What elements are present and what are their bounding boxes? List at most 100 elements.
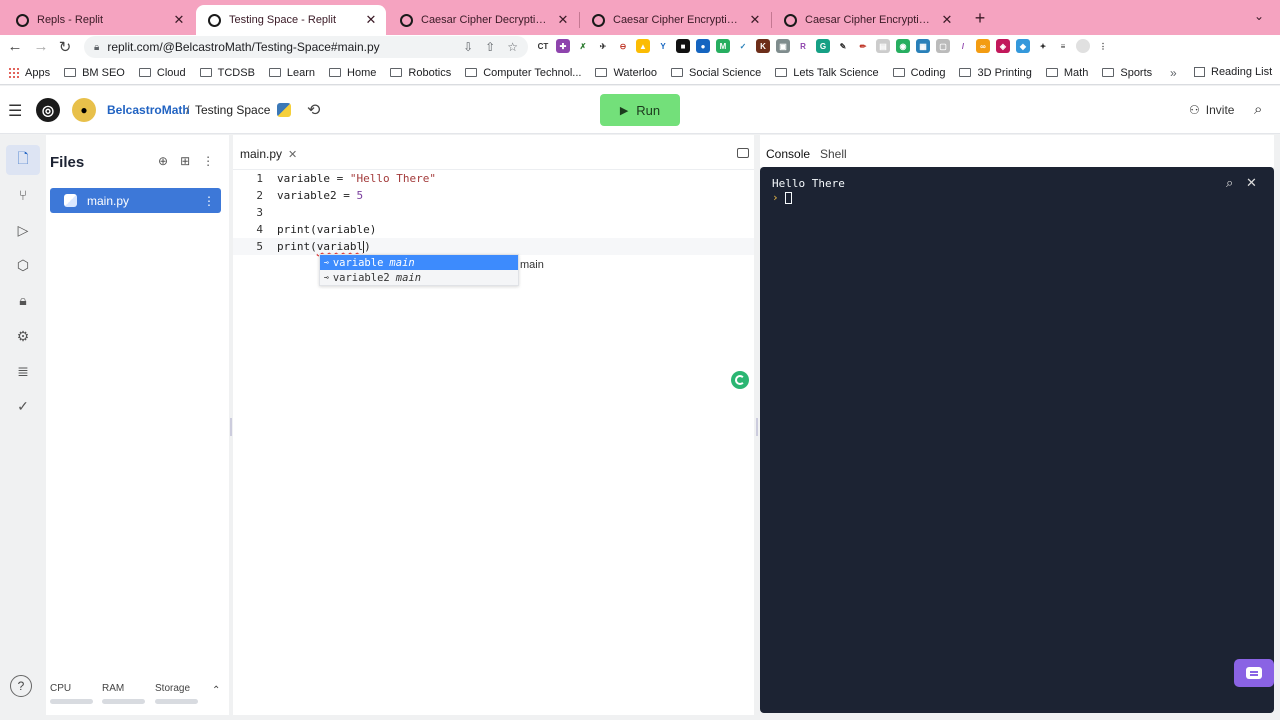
extension-icon[interactable]: ⊖ xyxy=(616,39,630,53)
extension-icon[interactable]: ▤ xyxy=(876,39,890,53)
chevron-up-icon[interactable]: ⌃ xyxy=(212,685,220,696)
debugger-icon[interactable]: ▷ xyxy=(6,215,40,245)
autocomplete-item[interactable]: ⊸ variabl e2 main xyxy=(320,270,518,285)
drive-icon[interactable]: ▲ xyxy=(636,39,650,53)
version-control-icon[interactable]: ⑂ xyxy=(6,180,40,210)
bookmark-folder[interactable]: Social Science xyxy=(671,67,761,79)
bookmark-folder[interactable]: Waterloo xyxy=(595,67,657,79)
extension-icon[interactable]: Y xyxy=(656,39,670,53)
extension-icon[interactable]: R xyxy=(796,39,810,53)
close-icon[interactable]: ✕ xyxy=(288,148,297,161)
extension-icon[interactable]: ■ xyxy=(676,39,690,53)
bookmark-apps[interactable]: Apps xyxy=(8,67,50,79)
console-output-area[interactable]: Hello There › ⌕ ✕ xyxy=(760,167,1274,713)
extension-icon[interactable]: ✚ xyxy=(556,39,570,53)
bookmark-star-icon[interactable]: ☆ xyxy=(507,40,518,54)
packages-icon[interactable]: ⬡ xyxy=(6,250,40,280)
file-options-icon[interactable]: ⋮ xyxy=(203,194,215,208)
files-tool-icon[interactable]: 🗋︎ xyxy=(6,145,40,175)
file-item-main-py[interactable]: main.py ⋮ xyxy=(50,188,221,213)
back-icon[interactable]: ← xyxy=(6,38,24,55)
bookmark-folder[interactable]: 3D Printing xyxy=(959,67,1032,79)
extension-icon[interactable]: ✎ xyxy=(836,39,850,53)
run-button[interactable]: ▶ Run xyxy=(600,94,680,126)
extension-icon[interactable]: / xyxy=(956,39,970,53)
browser-tab[interactable]: Caesar Cipher Decryption - Re ✕ xyxy=(388,5,578,35)
browser-tab[interactable]: Caesar Cipher Encryption and ✕ xyxy=(580,5,770,35)
autocomplete-item[interactable]: ⊸ variabl e main xyxy=(320,255,518,270)
browser-tab[interactable]: Caesar Cipher Encryption and ✕ xyxy=(772,5,962,35)
bookmark-folder[interactable]: Lets Talk Science xyxy=(775,67,879,79)
reload-icon[interactable]: ↻ xyxy=(56,38,74,56)
tab-shell[interactable]: Shell xyxy=(820,147,847,161)
search-icon[interactable]: ⌕ xyxy=(1254,101,1262,118)
chrome-menu-icon[interactable]: ⋮ xyxy=(1096,39,1110,53)
close-tab-icon[interactable]: ✕ xyxy=(556,12,570,28)
secrets-lock-icon[interactable]: 🔒︎ xyxy=(6,285,40,315)
profile-avatar-icon[interactable] xyxy=(1076,39,1090,53)
more-options-icon[interactable]: ⋮ xyxy=(202,154,214,168)
browser-tab[interactable]: Repls - Replit ✕ xyxy=(4,5,194,35)
close-tab-icon[interactable]: ✕ xyxy=(364,12,378,28)
resize-handle[interactable] xyxy=(756,418,758,436)
clear-console-icon[interactable]: ✕ xyxy=(1246,175,1257,191)
extension-icon[interactable]: ◈ xyxy=(996,39,1010,53)
extension-icon[interactable]: ✈ xyxy=(596,39,610,53)
close-tab-icon[interactable]: ✕ xyxy=(172,12,186,28)
tab-search-icon[interactable]: ⌄ xyxy=(1254,9,1264,23)
menu-icon[interactable]: ☰ xyxy=(8,101,22,121)
bookmark-folder[interactable]: TCDSB xyxy=(199,67,255,79)
browser-tab-active[interactable]: Testing Space - Replit ✕ xyxy=(196,5,386,35)
close-tab-icon[interactable]: ✕ xyxy=(940,12,954,28)
help-icon[interactable]: ? xyxy=(10,675,32,697)
search-icon[interactable]: ⌕ xyxy=(1226,175,1233,191)
bookmark-folder[interactable]: Robotics xyxy=(390,67,451,79)
new-folder-icon[interactable]: ⊞ xyxy=(180,154,190,168)
share-icon[interactable]: ⇧ xyxy=(485,40,495,54)
bookmark-folder[interactable]: Learn xyxy=(268,67,315,79)
bookmark-folder[interactable]: Coding xyxy=(892,67,945,79)
database-icon[interactable]: ≣ xyxy=(6,356,40,386)
close-tab-icon[interactable]: ✕ xyxy=(748,12,762,28)
extension-icon[interactable]: ◉ xyxy=(896,39,910,53)
reading-list-button[interactable]: Reading List xyxy=(1194,66,1272,78)
tab-console[interactable]: Console xyxy=(766,147,810,161)
bookmark-folder[interactable]: Computer Technol... xyxy=(465,67,581,79)
extension-icon[interactable]: ◆ xyxy=(1016,39,1030,53)
install-app-icon[interactable]: ⇩ xyxy=(463,40,473,54)
extension-icon[interactable]: ✓ xyxy=(736,39,750,53)
new-file-icon[interactable]: ⊕ xyxy=(158,154,168,168)
avatar[interactable]: ● xyxy=(72,98,96,122)
replit-logo-icon[interactable]: ◎ xyxy=(36,98,60,122)
extension-icon[interactable]: ✗ xyxy=(576,39,590,53)
new-tab-icon[interactable]: + xyxy=(971,8,989,29)
bookmark-folder[interactable]: Cloud xyxy=(138,67,186,79)
forward-icon[interactable]: → xyxy=(32,38,50,55)
chat-icon[interactable] xyxy=(1234,659,1274,687)
invite-button[interactable]: ⚇ Invite xyxy=(1183,98,1240,122)
address-bar[interactable]: 🔒︎ replit.com/@BelcastroMath/Testing-Spa… xyxy=(84,36,528,58)
grammarly-icon[interactable]: G xyxy=(816,39,830,53)
more-bookmarks-icon[interactable]: » xyxy=(1170,66,1177,80)
extension-icon[interactable]: ∞ xyxy=(976,39,990,53)
extension-icon[interactable]: ▢ xyxy=(936,39,950,53)
settings-gear-icon[interactable]: ⚙ xyxy=(6,321,40,351)
extension-icon[interactable]: ✏ xyxy=(856,39,870,53)
breadcrumb-user[interactable]: BelcastroMath xyxy=(107,103,190,117)
history-icon[interactable]: ⟲ xyxy=(307,100,320,120)
extension-icon[interactable]: ▦ xyxy=(916,39,930,53)
bookmark-folder[interactable]: BM SEO xyxy=(64,67,125,79)
checkmark-icon[interactable]: ✓ xyxy=(6,391,40,421)
layout-icon[interactable] xyxy=(737,148,749,158)
editor-tab-main-py[interactable]: main.py ✕ xyxy=(240,147,297,161)
console-prompt[interactable]: › xyxy=(772,191,792,204)
extension-icon[interactable]: K xyxy=(756,39,770,53)
bookmark-folder[interactable]: Home xyxy=(329,67,376,79)
breadcrumb-repl-name[interactable]: Testing Space xyxy=(195,103,270,117)
bookmark-folder[interactable]: Sports xyxy=(1102,67,1152,79)
extension-icon[interactable]: M xyxy=(716,39,730,53)
media-icon[interactable]: ≡ xyxy=(1056,39,1070,53)
extension-icon[interactable]: ▣ xyxy=(776,39,790,53)
puzzle-icon[interactable]: ✦ xyxy=(1036,39,1050,53)
bookmark-folder[interactable]: Math xyxy=(1045,67,1088,79)
